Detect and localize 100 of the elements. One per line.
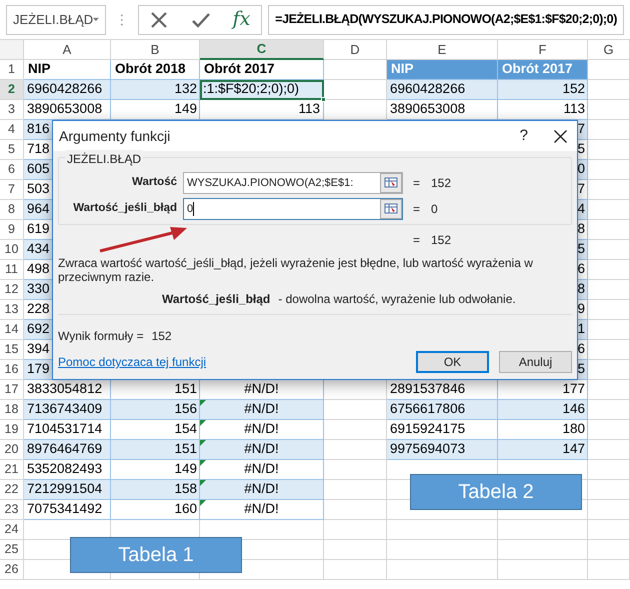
row-header[interactable]: 16 — [0, 360, 24, 380]
close-icon[interactable] — [554, 130, 567, 142]
table-cell: 151 — [111, 440, 200, 460]
table-cell: 3833054812 — [24, 380, 111, 400]
row-header[interactable]: 7 — [0, 180, 24, 200]
equals-sign: = — [413, 175, 422, 192]
row-header[interactable]: 25 — [0, 540, 24, 560]
table-cell: 160 — [111, 500, 200, 520]
fill-handle[interactable] — [321, 97, 326, 102]
table-label: Tabela 2 — [410, 474, 582, 510]
column-heading: Obrót 2017 — [498, 60, 588, 80]
column-heading: NIP — [387, 60, 498, 80]
row-header[interactable]: 3 — [0, 100, 24, 120]
column-header[interactable]: G — [588, 40, 630, 60]
table-cell: 7104531714 — [24, 420, 111, 440]
row-header[interactable]: 21 — [0, 460, 24, 480]
row-header[interactable]: 9 — [0, 220, 24, 240]
table-cell: 7136743409 — [24, 400, 111, 420]
row-header[interactable]: 4 — [0, 120, 24, 140]
table-cell: #N/D! — [200, 500, 324, 520]
argument-field[interactable]: 0 — [183, 198, 403, 220]
text-cursor — [193, 202, 194, 216]
row-header[interactable]: 11 — [0, 260, 24, 280]
total-result: 152 — [431, 232, 452, 249]
row-header[interactable]: 2 — [0, 80, 24, 100]
column-header[interactable]: D — [324, 40, 387, 60]
row-header[interactable]: 26 — [0, 560, 24, 580]
parameter-name: Wartość_jeśli_błąd — [162, 291, 270, 308]
table-cell: 6756617806 — [387, 400, 498, 420]
column-heading: Obrót 2017 — [200, 60, 324, 80]
name-box-text: JEŻELI.BŁĄD — [13, 10, 94, 29]
row-header[interactable]: 19 — [0, 420, 24, 440]
table-cell: 154 — [111, 420, 200, 440]
equals-sign: = — [413, 232, 422, 249]
column-heading: NIP — [24, 60, 111, 80]
table-cell: 6960428266 — [387, 80, 498, 100]
row-header[interactable]: 8 — [0, 200, 24, 220]
row-header[interactable]: 22 — [0, 480, 24, 500]
argument-field[interactable]: WYSZUKAJ.PIONOWO(A2;$E$1: — [183, 172, 403, 194]
row-header[interactable]: 5 — [0, 140, 24, 160]
argument-label: Wartość — [131, 175, 178, 190]
table-cell: 3890653008 — [24, 100, 111, 120]
row-header[interactable]: 14 — [0, 320, 24, 340]
table-cell: :1:$F$20;2;0);0) — [200, 80, 324, 100]
table-label: Tabela 1 — [70, 537, 242, 573]
row-header[interactable]: 20 — [0, 440, 24, 460]
table-cell: 8976464769 — [24, 440, 111, 460]
dropdown-caret-icon[interactable] — [93, 17, 99, 22]
table-cell: #N/D! — [200, 460, 324, 480]
equals-sign: = — [413, 201, 422, 218]
table-cell: 149 — [111, 100, 200, 120]
table-cell: 7212991504 — [24, 480, 111, 500]
function-name: JEŻELI.BŁĄD — [65, 150, 144, 168]
column-header[interactable]: A — [24, 40, 111, 60]
row-header[interactable]: 1 — [0, 60, 24, 80]
argument-result: 0 — [431, 201, 438, 218]
table-cell: #N/D! — [200, 420, 324, 440]
row-header[interactable]: 23 — [0, 500, 24, 520]
collapse-dialog-icon[interactable] — [380, 199, 402, 219]
table-cell: 158 — [111, 480, 200, 500]
collapse-dialog-icon[interactable] — [380, 173, 402, 193]
column-heading: Obrót 2018 — [111, 60, 200, 80]
row-header[interactable]: 10 — [0, 240, 24, 260]
row-header[interactable]: 15 — [0, 340, 24, 360]
table-cell: 152 — [498, 80, 588, 100]
more-icon — [120, 12, 124, 26]
column-header[interactable]: C — [200, 40, 324, 60]
table-cell: #N/D! — [200, 440, 324, 460]
dialog-button[interactable]: OK — [416, 351, 489, 373]
dialog-button[interactable]: Anuluj — [499, 351, 572, 373]
table-cell: #N/D! — [200, 380, 324, 400]
table-cell: 146 — [498, 400, 588, 420]
table-cell: 6960428266 — [24, 80, 111, 100]
table-cell: #N/D! — [200, 480, 324, 500]
table-cell: 113 — [498, 100, 588, 120]
row-header[interactable]: 12 — [0, 280, 24, 300]
column-header[interactable]: F — [498, 40, 588, 60]
table-cell: 7075341492 — [24, 500, 111, 520]
formula-bar-field[interactable]: =JEŻELI.BŁĄD(WYSZUKAJ.PIONOWO(A2;$E$1:$F$20;2;0);0) — [268, 4, 624, 34]
table-cell: 132 — [111, 80, 200, 100]
table-cell: 149 — [111, 460, 200, 480]
row-header[interactable]: 18 — [0, 400, 24, 420]
argument-result: 152 — [431, 175, 452, 192]
name-box[interactable]: JEŻELI.BŁĄD — [6, 4, 106, 34]
insert-function-button[interactable]: fx — [232, 10, 250, 29]
column-header[interactable]: B — [111, 40, 200, 60]
result-value: 152 — [152, 328, 172, 345]
table-cell: 156 — [111, 400, 200, 420]
table-cell: #N/D! — [200, 400, 324, 420]
row-header[interactable]: 24 — [0, 520, 24, 540]
table-cell: 3890653008 — [387, 100, 498, 120]
row-header[interactable]: 13 — [0, 300, 24, 320]
row-header[interactable]: 17 — [0, 380, 24, 400]
table-cell: 113 — [200, 100, 324, 120]
table-cell: 2891537846 — [387, 380, 498, 400]
row-header[interactable]: 6 — [0, 160, 24, 180]
table-cell: 147 — [498, 440, 588, 460]
table-cell: 180 — [498, 420, 588, 440]
table-cell: 6915924175 — [387, 420, 498, 440]
cancel-icon[interactable] — [149, 10, 170, 30]
